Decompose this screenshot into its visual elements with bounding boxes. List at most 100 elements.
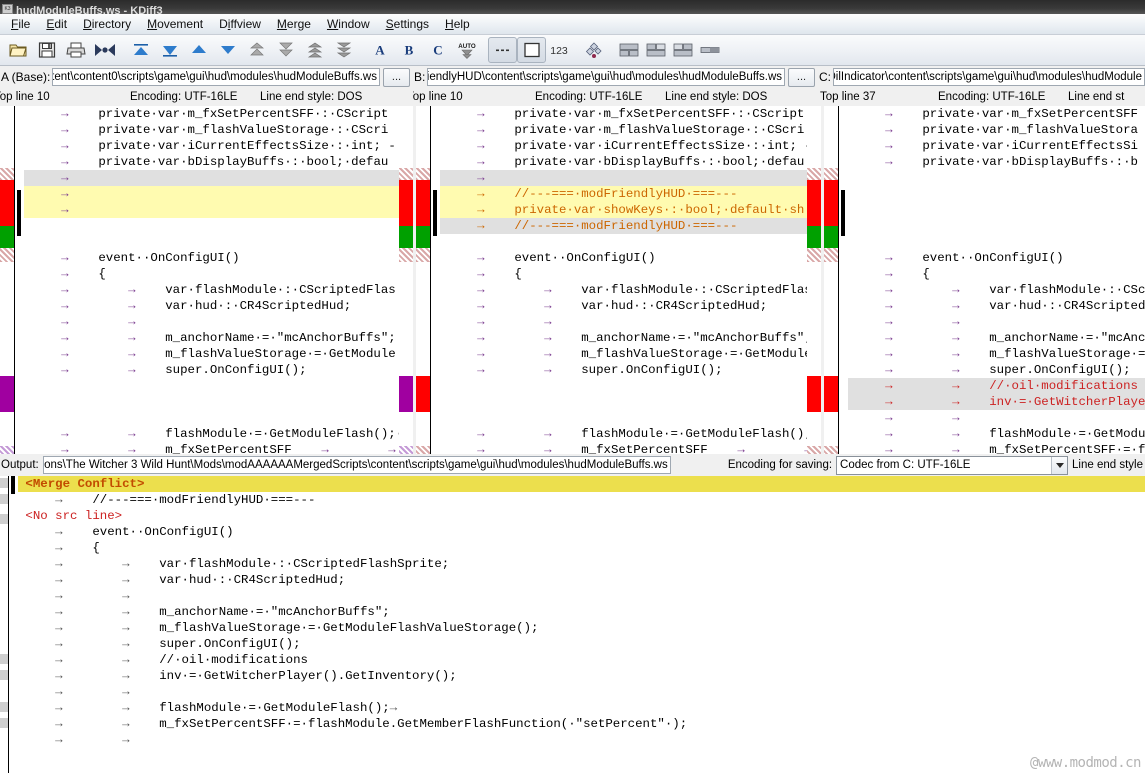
goto-prev-unsolved-icon[interactable] [300,37,329,63]
pane-b-selection-marker [431,106,440,454]
menu-bar[interactable]: File Edit Directory Movement Diffview Me… [0,14,1145,35]
pane-a-selection-marker [15,106,24,454]
choose-a-icon[interactable]: A [365,37,394,63]
choose-b-icon[interactable]: B [394,37,423,63]
diff-bc-icon[interactable] [669,37,696,63]
code-line: → → m_flashValueStorage·=· [885,347,1145,361]
pane-b-lineend: Line end style: DOS [665,91,768,103]
output-code[interactable]: <Merge Conflict> →//---===·modFriendlyHUD… [18,476,1145,773]
output-overview-tick [0,654,8,664]
app-icon: K3 [2,4,13,14]
chevron-down-icon[interactable] [1051,456,1068,474]
menu-item-directory[interactable]: Directory [75,15,139,33]
code-line: → → var·flashModule·:·CScriptedFlashSprite… [55,557,450,571]
code-line: → event··OnConfigUI() [885,251,1064,265]
show-line-numbers-icon[interactable]: 123 [546,37,572,63]
pane-a-browse-button[interactable]: ... [383,67,410,87]
encoding-for-saving-value: Codec from C: UTF-16LE [840,458,971,471]
diff-pane-a[interactable]: → private·var·m_fxSetPercentSFF·:·CScript… [0,106,413,454]
goto-next-unsolved-icon[interactable] [329,37,358,63]
overview-segment [824,180,838,226]
pane-b-path[interactable]: odFriendlyHUD\content\scripts\game\gui\h… [427,68,785,86]
code-line: → → var·hud·:·CR4ScriptedH [885,299,1145,313]
site-watermark: @www.modmod.cn [1029,755,1142,771]
encoding-for-saving-select[interactable]: Codec from C: UTF-16LE [836,455,1069,475]
code-line: → private·var·iCurrentEffectsSi [885,139,1138,153]
menu-item-file[interactable]: File [3,15,38,33]
overview-segment [399,180,413,226]
diff-panes: → private·var·m_fxSetPercentSFF·:·CScript… [0,106,1145,454]
code-line: → private·var·iCurrentEffectsSize·:·int; … [61,139,396,153]
choose-c-icon[interactable]: C [423,37,452,63]
output-path[interactable]: ions\The Witcher 3 Wild Hunt\Mods\modAAA… [42,456,671,474]
goto-last-diff-icon[interactable] [155,37,184,63]
pane-c-code[interactable]: → private·var·m_fxSetPercentSFF → private·v… [848,106,1145,454]
pane-a-overview-left[interactable] [0,106,14,454]
output-header: Output: ions\The Witcher 3 Wild Hunt\Mod… [0,454,1145,476]
pane-a-code[interactable]: → private·var·m_fxSetPercentSFF·:·CScript… [24,106,399,454]
merge-output-pane[interactable]: <Merge Conflict> →//---===·modFriendlyHUD… [0,476,1145,773]
show-whitespace-chars-icon[interactable] [517,37,546,63]
code-line: →{ [885,267,930,281]
code-line: → → m_anchorName·=·"mcAnchorBuffs"; [55,605,390,619]
menu-item-diffview[interactable]: Diffview [211,15,269,33]
code-line: →→m_fxSetPercentSFF→→ [61,443,396,454]
print-icon[interactable] [61,37,90,63]
pane-a-path[interactable]: ntent\content0\scripts\game\gui\hud\modu… [52,68,380,86]
pane-c-lineend: Line end st [1068,91,1125,103]
save-icon[interactable] [32,37,61,63]
pane-b-topline: Top line 10 [413,91,463,103]
pane-a-overview-right[interactable] [399,106,413,454]
overview-segment [807,376,821,412]
toolbar[interactable]: A B C AUTO 123 [0,35,1145,66]
code-line: → → m_flashValueStorage·=·GetModule [477,347,807,361]
menu-item-merge[interactable]: Merge [269,15,319,33]
code-line: → → var·flashModule·:·CScriptedFlas [477,283,807,297]
svg-text:B: B [404,43,413,58]
menu-item-help[interactable]: Help [437,15,478,33]
diff-ac-icon[interactable] [642,37,669,63]
encoding-for-saving-label: Encoding for saving: [727,459,833,471]
goto-prev-delta-icon[interactable] [184,37,213,63]
pane-b-code[interactable]: → private·var·m_fxSetPercentSFF·:·CScript… [440,106,807,454]
code-line: → private·var·m_fxSetPercentSFF [885,107,1138,121]
overview-segment [0,248,14,262]
pane-c-path[interactable]: odOilIndicator\content\scripts\game\gui\… [833,68,1145,86]
output-overview[interactable] [0,476,8,773]
pane-b-overview-right[interactable] [807,106,821,454]
menu-item-settings[interactable]: Settings [378,15,437,33]
code-line: → → flashModule·=·GetModu [885,427,1145,441]
reload-icon[interactable] [90,37,119,63]
open-icon[interactable] [3,37,32,63]
menu-item-movement[interactable]: Movement [139,15,211,33]
diff-pane-b[interactable]: → private·var·m_fxSetPercentSFF·:·CScript… [416,106,821,454]
menu-item-edit[interactable]: Edit [38,15,75,33]
toggle-split-orientation-icon[interactable] [579,37,608,63]
svg-text:C: C [433,43,442,58]
goto-next-delta-icon[interactable] [213,37,242,63]
output-overview-tick [0,670,8,680]
goto-first-diff-icon[interactable] [126,37,155,63]
overview-segment [416,376,430,412]
pane-c-overview-left[interactable] [824,106,838,454]
pane-b-browse-button[interactable]: ... [788,67,815,87]
pane-b-overview-left[interactable] [416,106,430,454]
auto-solve-icon[interactable]: AUTO [452,37,481,63]
goto-prev-conflict-icon[interactable] [242,37,271,63]
overview-segment [0,446,14,454]
overview-segment [399,446,413,454]
goto-next-conflict-icon[interactable] [271,37,300,63]
code-line: → private·var·bDisplayBuffs·:·bool;·defau [61,155,389,169]
diff-pane-c[interactable]: → private·var·m_fxSetPercentSFF → private·v… [824,106,1145,454]
overview-mode-icon[interactable] [696,37,723,63]
diff-ab-icon[interactable] [615,37,642,63]
show-whitespace-icon[interactable] [488,37,517,63]
code-line: → →//·oil·modifications [848,378,1145,394]
code-line: → → [55,589,130,603]
pane-c-header: C: odOilIndicator\content\scripts\game\g… [818,66,1145,88]
menu-item-window[interactable]: Window [319,15,378,33]
